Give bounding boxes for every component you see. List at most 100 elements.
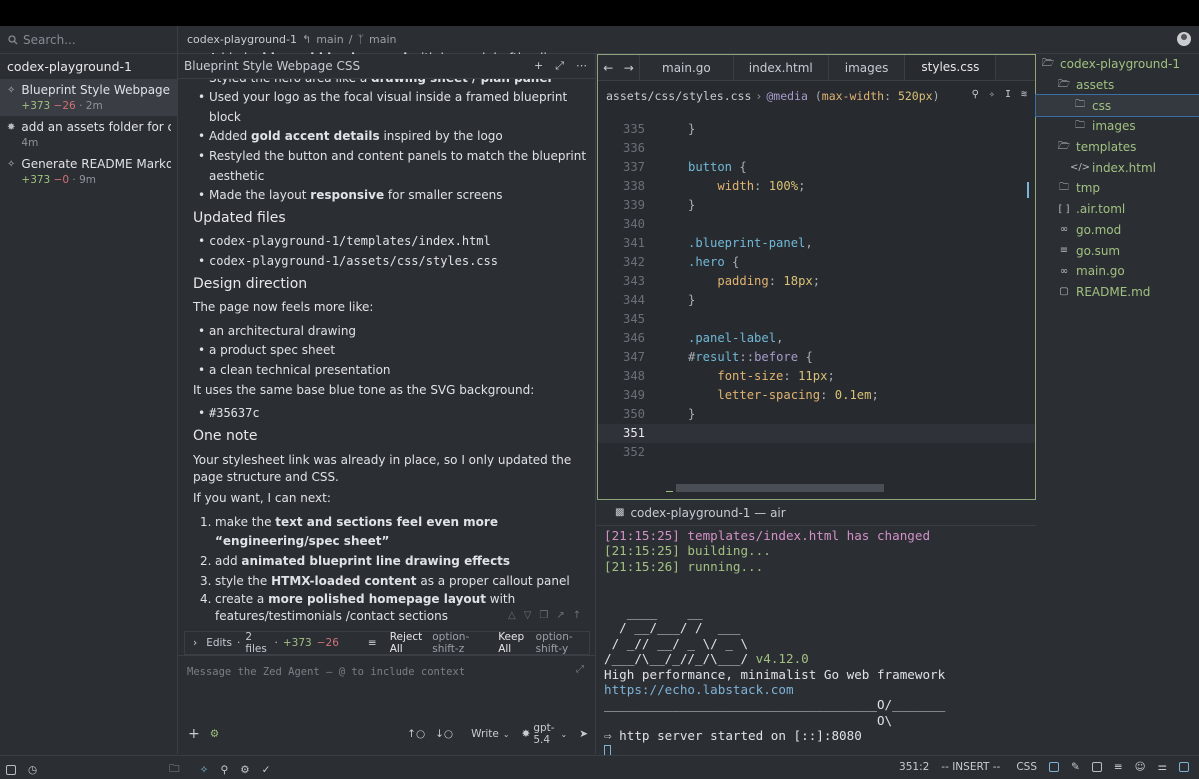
agent-icon[interactable]: ✧ [200,764,209,776]
open-icon[interactable]: ↗ [556,610,564,621]
tree-label: main.go [1076,264,1125,279]
branch-name[interactable]: main [316,33,343,46]
search-icon[interactable]: ⚲ [220,764,228,776]
folder-icon[interactable]: 🗀 [169,761,180,779]
code-line: 345 [622,312,645,326]
copy-icon[interactable]: ❐ [539,610,548,621]
breadcrumb-path[interactable]: assets/css/styles.css [606,89,751,103]
sidebar-toggle-icon[interactable] [6,765,16,775]
tree-folder-images[interactable]: 🗀 images [1036,116,1199,137]
forward-icon[interactable]: → [624,61,634,75]
collab-icon[interactable]: ☺ [1135,761,1146,773]
tree-file-index-html[interactable]: </> index.html [1036,157,1199,178]
branch-icon: ↰ [302,33,312,46]
terminal-icon[interactable] [1091,762,1102,772]
send-button[interactable]: ➤ [579,728,588,740]
check-icon[interactable]: ✓ [262,764,271,776]
thread-item[interactable]: ✸ add an assets folder for css a 4m [0,116,177,153]
thumbs-down-icon[interactable]: ▽ [524,610,532,621]
right-panel-icon[interactable] [1179,762,1189,772]
expand-icon[interactable]: ⤢ [555,59,564,73]
list-item: a clean technical presentation [193,361,588,381]
keep-shortcut: option-shift-y [535,631,573,655]
terminal-tab[interactable]: ▩ codex-playground-1 — air [597,500,1036,526]
edits-bar[interactable]: › Edits · 2 files · +373 −26 ≡ Reject Al… [184,631,590,655]
avatar[interactable] [1177,32,1191,46]
tree-label: .air.toml [1076,202,1126,217]
code-line: 347 #result::before { [622,350,813,364]
breadcrumb-rule[interactable]: @media (max-width: 520px) [766,89,939,103]
settings-icon[interactable]: ≋ [1021,89,1027,100]
message-composer[interactable]: Message the Zed Agent — @ to include con… [178,655,596,754]
tree-folder-templates[interactable]: 🗁 templates [1036,137,1199,158]
settings-icon[interactable]: ⚙ [210,728,219,740]
prev-icon[interactable]: ↑○ [407,728,425,740]
search-icon [8,34,18,44]
branch-name[interactable]: main [369,33,396,46]
current-line: 351 [598,424,1035,443]
code-line: 340 [622,217,645,231]
new-thread-button[interactable]: + [534,59,543,73]
tree-label: go.mod [1076,222,1122,237]
code-line: 350} [622,407,696,421]
panel-icon[interactable] [1049,762,1059,772]
next-icon[interactable]: ↓○ [435,728,453,740]
back-icon[interactable]: ← [603,61,613,75]
folder-icon: 🗀 [1059,181,1069,193]
removed-count: −0 [53,174,70,186]
tab-main-go[interactable]: main.go [640,55,734,80]
tree-root[interactable]: 🗁 codex-playground-1 [1036,54,1199,75]
thread-item[interactable]: ✧ Blueprint Style Webpage CSS +373 −26 ·… [0,79,177,116]
thread-item[interactable]: ✧ Generate README Markdown +373 −0 · 9m [0,153,177,190]
echo-tagline: High performance, minimalist Go web fram… [604,666,946,682]
tree-file-readme[interactable]: ▢ README.md [1036,282,1199,303]
outline-icon[interactable]: ≡ [1114,761,1123,773]
folder-open-icon: 🗁 [1057,78,1071,90]
code-area[interactable]: 335} 336 337 button { 338 width: 100%; 33… [598,120,1035,492]
cursor-icon[interactable]: I [1005,89,1011,100]
history-icon[interactable]: ◷ [28,764,37,776]
notifications-icon[interactable]: ⚌ [1158,761,1167,773]
search-icon[interactable]: ⚲ [972,89,979,100]
thread-title: add an assets folder for css a [21,120,172,134]
more-icon[interactable]: ⋯ [576,59,587,73]
tree-file-main-go[interactable]: ∞ main.go [1036,261,1199,282]
diagnostics-icon[interactable]: ⚙ [240,764,249,776]
echo-url[interactable]: https://echo.labstack.com [604,682,794,697]
scroll-top-icon[interactable]: ↑ [573,610,581,621]
tree-file-go-sum[interactable]: ≡ go.sum [1036,240,1199,261]
terminal-panel[interactable]: ▩ codex-playground-1 — air [21:15:25] te… [597,500,1036,760]
tree-folder-tmp[interactable]: 🗀 tmp [1036,178,1199,199]
reject-all-button[interactable]: Reject All [390,631,428,655]
chevron-right-icon[interactable]: › [193,637,197,649]
search-input[interactable]: Search... [0,26,178,53]
tab-images[interactable]: images [829,55,906,80]
add-context-button[interactable]: + [188,726,200,742]
edit-predict-icon[interactable]: ✎ [1071,761,1080,773]
mode-selector[interactable]: Write [471,728,499,740]
expand-icon[interactable]: ⤢ [576,664,584,675]
thread-time: 4m [21,137,39,149]
review-icon[interactable]: ≡ [368,637,377,649]
tree-file-go-mod[interactable]: ∞ go.mod [1036,220,1199,241]
language-selector[interactable]: CSS [1016,761,1037,773]
code-line: 337 button { [622,160,747,174]
edits-files: 2 files [245,631,267,655]
next-list: 1. make the text and sections feel even m… [193,513,588,624]
keep-all-button[interactable]: Keep All [498,631,530,655]
tree-folder-css[interactable]: 🗀 css [1035,94,1199,118]
tab-index-html[interactable]: index.html [734,55,829,80]
model-selector[interactable]: gpt-5.4 [533,722,556,746]
cursor-position[interactable]: 351:2 [899,761,929,773]
horizontal-scrollbar[interactable] [676,484,884,492]
thumbs-up-icon[interactable]: △ [508,610,516,621]
tree-file-air-toml[interactable]: [ ] .air.toml [1036,199,1199,220]
breadcrumb[interactable]: assets/css/styles.css › @media (max-widt… [598,81,1035,111]
files-list: codex-playground-1/templates/index.html … [193,232,588,271]
project-name[interactable]: codex-playground-1 [187,33,297,46]
code-line: 338 width: 100%; [622,179,806,193]
tree-folder-assets[interactable]: 🗁 assets [1036,75,1199,96]
assistant-icon[interactable]: ✧ [989,89,995,100]
heading-one-note: One note [193,427,258,444]
tab-styles-css[interactable]: styles.css [905,55,997,80]
